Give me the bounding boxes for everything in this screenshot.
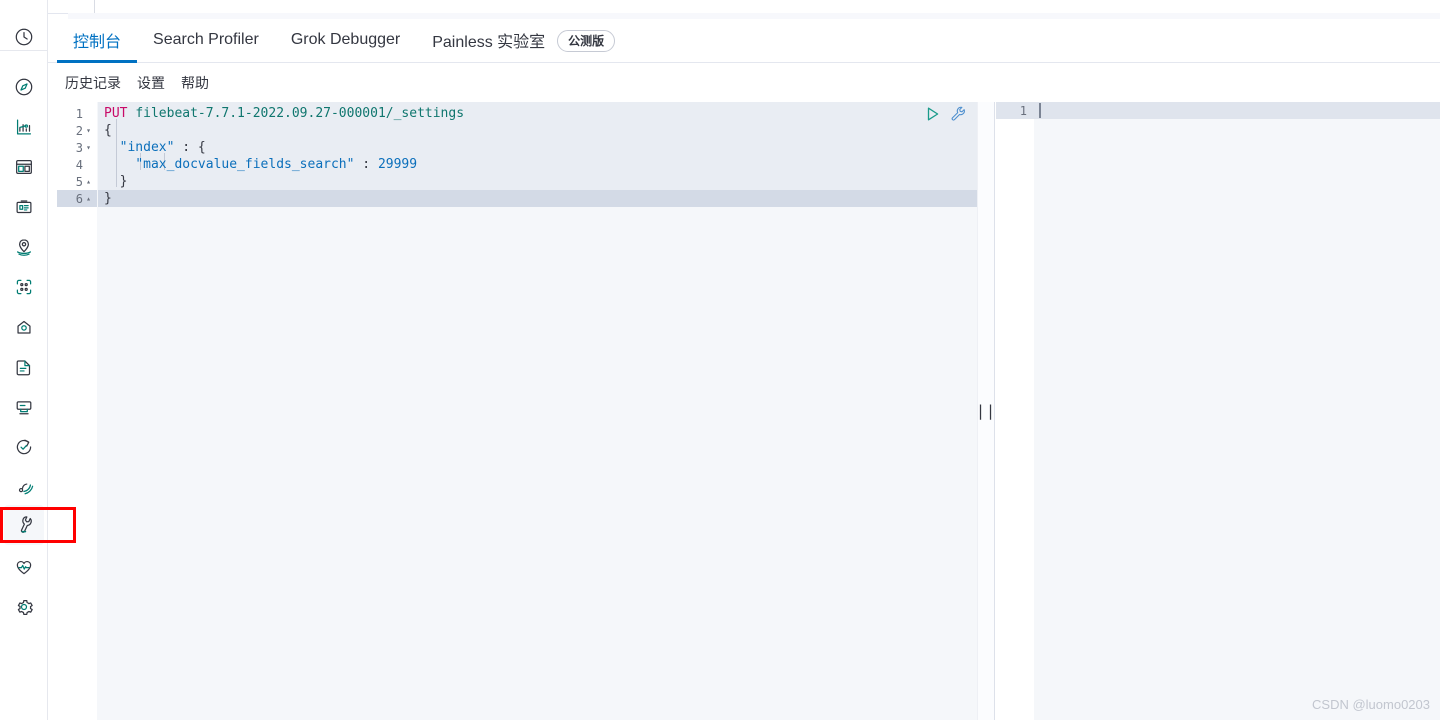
tab-grok-debugger-label: Grok Debugger [291, 31, 400, 49]
kibana-console-window: 控制台 Search Profiler Grok Debugger Painle… [0, 0, 1440, 720]
tab-painless-lab-label: Painless 实验室 [432, 28, 545, 52]
tab-console[interactable]: 控制台 [57, 18, 137, 62]
recently-viewed-icon[interactable] [4, 17, 44, 57]
request-editor-content[interactable]: PUT filebeat-7.7.1-2022.09.27-000001/_se… [98, 102, 977, 720]
code-token-key: "index" [120, 140, 175, 155]
request-editor-pane[interactable]: 1·2▾3▾4·5▴6▴ PUT filebeat-7.7.1-2022.09.… [57, 102, 977, 720]
apm-icon[interactable] [4, 387, 44, 427]
management-icon[interactable] [4, 587, 44, 627]
uptime-icon[interactable] [4, 427, 44, 467]
editor-line-number-value: 1 [76, 107, 83, 121]
editor-line-number: 2▾ [57, 122, 97, 139]
monitoring-icon[interactable] [4, 547, 44, 587]
fold-close-icon[interactable]: ▴ [83, 178, 94, 186]
discover-icon[interactable] [4, 67, 44, 107]
beta-badge[interactable]: 公测版 [557, 30, 615, 52]
code-token-punc: { [104, 123, 112, 138]
editor-line-number-gutter: 1·2▾3▾4·5▴6▴ [57, 102, 97, 720]
dev-tools-icon[interactable] [4, 505, 44, 545]
code-token-punc: : [354, 157, 377, 172]
editor-line-number-value: 3 [76, 141, 83, 155]
console-page: 控制台 Search Profiler Grok Debugger Painle… [48, 19, 1440, 720]
output-line-number: 1 [996, 102, 1034, 119]
console-wrench-button[interactable] [950, 105, 967, 122]
code-token-key: "max_docvalue_fields_search" [135, 157, 354, 172]
editor-code-line[interactable]: "index" : { [98, 139, 977, 156]
editor-line-number: 5▴ [57, 173, 97, 190]
editor-code-line[interactable]: } [98, 173, 977, 190]
output-line-number-gutter: 1 [996, 102, 1034, 720]
code-token-punc: : { [174, 140, 205, 155]
fold-open-icon[interactable]: ▾ [83, 127, 94, 135]
dashboard-icon[interactable] [4, 147, 44, 187]
window-top-strip [0, 0, 1440, 13]
editor-line-number: 1· [57, 105, 97, 122]
watermark-text: CSDN @luomo0203 [1312, 697, 1430, 712]
code-token-punc [104, 157, 135, 172]
code-token-num: 29999 [378, 157, 417, 172]
primary-nav-rail [0, 0, 48, 720]
tab-grok-debugger[interactable]: Grok Debugger [275, 18, 416, 62]
editor-line-number-value: 2 [76, 124, 83, 138]
editor-line-number-value: 4 [76, 158, 83, 172]
submenu-item-history[interactable]: 历史记录 [57, 73, 129, 93]
fold-open-icon[interactable]: ▾ [83, 144, 94, 152]
submenu-item-settings[interactable]: 设置 [129, 73, 173, 93]
siem-icon[interactable] [4, 467, 44, 507]
logs-icon[interactable] [4, 347, 44, 387]
console-split-view: 1·2▾3▾4·5▴6▴ PUT filebeat-7.7.1-2022.09.… [48, 102, 1440, 720]
machine-learning-icon[interactable] [4, 267, 44, 307]
editor-line-number: 4· [57, 156, 97, 173]
output-text-cursor [1039, 103, 1041, 118]
response-output-pane[interactable]: 1 [996, 102, 1440, 720]
code-token-method: PUT [104, 106, 135, 121]
code-token-punc: } [104, 174, 127, 189]
editor-code-line[interactable]: PUT filebeat-7.7.1-2022.09.27-000001/_se… [98, 105, 977, 122]
fold-close-icon[interactable]: ▴ [83, 195, 94, 203]
code-token-punc [104, 140, 120, 155]
output-active-line [1034, 102, 1440, 119]
editor-code-line[interactable]: { [98, 122, 977, 139]
visualize-icon[interactable] [4, 107, 44, 147]
tab-search-profiler[interactable]: Search Profiler [137, 18, 275, 62]
code-token-url: filebeat-7.7.1-2022.09.27-000001/_settin… [135, 106, 464, 121]
maps-icon[interactable] [4, 227, 44, 267]
editor-action-buttons [925, 105, 967, 122]
tab-search-profiler-label: Search Profiler [153, 31, 259, 49]
editor-line-number-value: 5 [76, 175, 83, 189]
infrastructure-icon[interactable] [4, 307, 44, 347]
tab-console-label: 控制台 [73, 28, 121, 52]
send-request-button[interactable] [925, 106, 941, 122]
pane-splitter[interactable]: || [977, 102, 995, 720]
tab-painless-lab[interactable]: Painless 实验室 [416, 18, 561, 62]
editor-line-number: 3▾ [57, 139, 97, 156]
dev-tools-tabbar: 控制台 Search Profiler Grok Debugger Painle… [48, 19, 1440, 63]
editor-code-line[interactable]: } [98, 190, 977, 207]
code-token-punc: } [104, 191, 112, 206]
submenu-item-help[interactable]: 帮助 [173, 73, 217, 93]
editor-code-line[interactable]: "max_docvalue_fields_search" : 29999 [98, 156, 977, 173]
console-submenu: 历史记录 设置 帮助 [48, 64, 1440, 102]
editor-line-number: 6▴ [57, 190, 97, 207]
canvas-icon[interactable] [4, 187, 44, 227]
editor-line-number-value: 6 [76, 192, 83, 206]
splitter-grip-icon: || [976, 404, 996, 419]
